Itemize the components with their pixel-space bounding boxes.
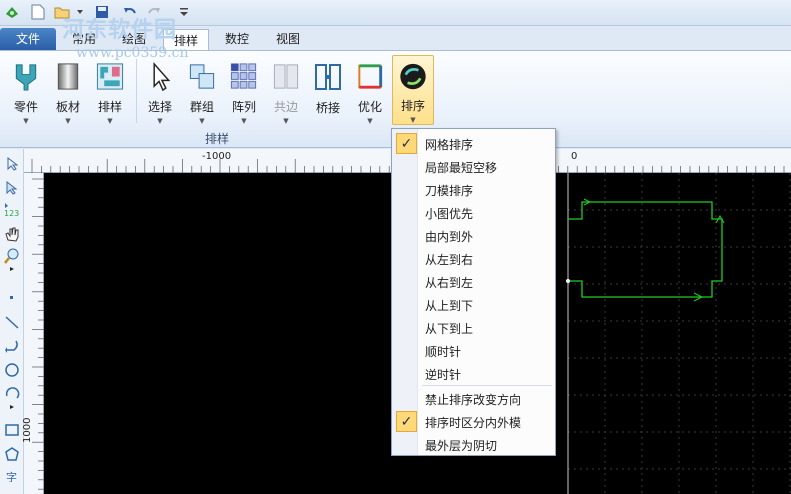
select-button[interactable]: 选择 ▼ [140, 55, 180, 125]
numbering-tool-icon[interactable]: 123 [3, 201, 21, 219]
bridge-icon [315, 64, 341, 90]
start-point-marker [566, 279, 570, 283]
common-edge-button: 共边 ▼ [266, 55, 306, 125]
check-icon: ✓ [396, 133, 417, 154]
check-icon: ✓ [396, 411, 417, 432]
quick-access-toolbar [0, 0, 791, 26]
menu-item-clockwise[interactable]: 顺时针 [393, 339, 554, 362]
chevron-down-icon: ▼ [241, 117, 247, 125]
menu-item-right-to-left[interactable]: 从右到左 [393, 270, 554, 293]
sort-icon [400, 63, 426, 90]
group-icon [189, 64, 215, 89]
menu-item-small-first[interactable]: 小图优先 [393, 201, 554, 224]
svg-text:123: 123 [4, 209, 19, 218]
sheet-icon [57, 63, 79, 90]
ruler-label-1000: 1000 [22, 417, 33, 443]
part-outline [568, 201, 723, 298]
sort-dropdown-menu: ✓ 网格排序 局部最短空移 刀模排序 小图优先 由内到外 从左到右 从右到左 从… [391, 128, 556, 456]
chevron-down-icon: ▼ [410, 116, 416, 124]
menu-item-grid-sort[interactable]: ✓ 网格排序 [393, 132, 554, 155]
sheet-button[interactable]: 板材 ▼ [48, 55, 88, 125]
node-edit-tool-icon[interactable] [3, 179, 21, 197]
menu-item-top-to-bottom[interactable]: 从上到下 [393, 293, 554, 316]
pan-hand-icon[interactable] [3, 225, 21, 243]
ruler-label-neg1000: -1000 [202, 151, 232, 162]
part-icon [15, 64, 37, 91]
optimize-icon [358, 64, 383, 89]
drawing-toolstrip: 123 字 [0, 149, 24, 494]
ribbon-tabs: 常用 绘图 排样 数控 视图 [0, 28, 791, 51]
tab-nesting[interactable]: 排样 [163, 29, 210, 51]
line-tool-icon[interactable] [3, 313, 21, 331]
pointer-tool-icon[interactable] [3, 155, 21, 173]
undo-icon[interactable] [122, 4, 138, 20]
circle-tool-icon[interactable] [3, 361, 21, 379]
polygon-tool-icon[interactable] [3, 445, 21, 463]
vertical-ruler: 1000 [22, 173, 44, 494]
menu-item-die-sort[interactable]: 刀模排序 [393, 178, 554, 201]
menu-item-inside-out[interactable]: 由内到外 [393, 224, 554, 247]
tab-home[interactable]: 常用 [62, 28, 106, 50]
point-tool-icon[interactable] [3, 289, 21, 307]
open-folder-icon[interactable] [54, 4, 70, 20]
polyline-tool-icon[interactable] [3, 337, 21, 355]
app-logo-icon[interactable] [4, 4, 20, 20]
svg-text:字: 字 [6, 470, 17, 482]
vertical-ruler-ticks [32, 178, 44, 490]
new-file-icon[interactable] [30, 4, 46, 20]
chevron-down-icon: ▼ [107, 117, 113, 125]
customize-toolbar-icon[interactable] [176, 4, 192, 20]
chevron-down-icon: ▼ [283, 117, 289, 125]
menu-item-left-to-right[interactable]: 从左到右 [393, 247, 554, 270]
tab-cnc[interactable]: 数控 [215, 28, 259, 50]
chevron-down-icon: ▼ [367, 117, 373, 125]
nesting-icon [96, 63, 124, 90]
chevron-down-icon: ▼ [65, 117, 71, 125]
arc-tool-icon[interactable] [3, 385, 21, 403]
array-button[interactable]: 阵列 ▼ [224, 55, 264, 125]
menu-separator [422, 385, 552, 386]
sort-button[interactable]: 排序 ▼ [392, 55, 434, 125]
select-cursor-icon [153, 61, 171, 92]
menu-item-local-shortest-move[interactable]: 局部最短空移 [393, 155, 554, 178]
nesting-button[interactable]: 排样 ▼ [90, 55, 130, 125]
bridge-button[interactable]: 桥接 [308, 55, 348, 125]
common-edge-icon [273, 64, 299, 89]
menu-item-separate-inner-outer[interactable]: ✓ 排序时区分内外模 [393, 410, 554, 433]
part-button[interactable]: 零件 ▼ [6, 55, 46, 125]
zoom-icon[interactable] [3, 247, 21, 265]
chevron-down-icon: ▼ [199, 117, 205, 125]
menu-item-lock-direction[interactable]: 禁止排序改变方向 [393, 387, 554, 410]
rectangle-tool-icon[interactable] [3, 421, 21, 439]
chevron-down-icon: ▼ [23, 117, 29, 125]
expand-arc-tools-icon[interactable] [3, 403, 21, 411]
menu-item-counterclockwise[interactable]: 逆时针 [393, 362, 554, 385]
array-icon [230, 63, 257, 89]
menu-item-bottom-to-top[interactable]: 从下到上 [393, 316, 554, 339]
redo-icon [146, 4, 162, 20]
save-icon[interactable] [94, 4, 110, 20]
expand-tools-icon[interactable] [3, 265, 21, 273]
ruler-label-zero: 0 [571, 151, 578, 162]
tab-draw[interactable]: 绘图 [112, 28, 156, 50]
menu-item-outer-layer-climb-cut[interactable]: 最外层为阴切 [393, 433, 554, 456]
tab-view[interactable]: 视图 [266, 28, 310, 50]
text-tool-icon[interactable]: 字 [3, 467, 21, 485]
canvas-grid [568, 173, 791, 494]
open-dropdown-icon[interactable] [72, 4, 88, 20]
ribbon-group-label: 排样 [205, 132, 230, 146]
group-button[interactable]: 群组 ▼ [182, 55, 222, 125]
direction-arrow-icon [583, 198, 592, 206]
optimize-button[interactable]: 优化 ▼ [350, 55, 390, 125]
ribbon-separator [136, 59, 137, 123]
chevron-down-icon: ▼ [157, 117, 163, 125]
